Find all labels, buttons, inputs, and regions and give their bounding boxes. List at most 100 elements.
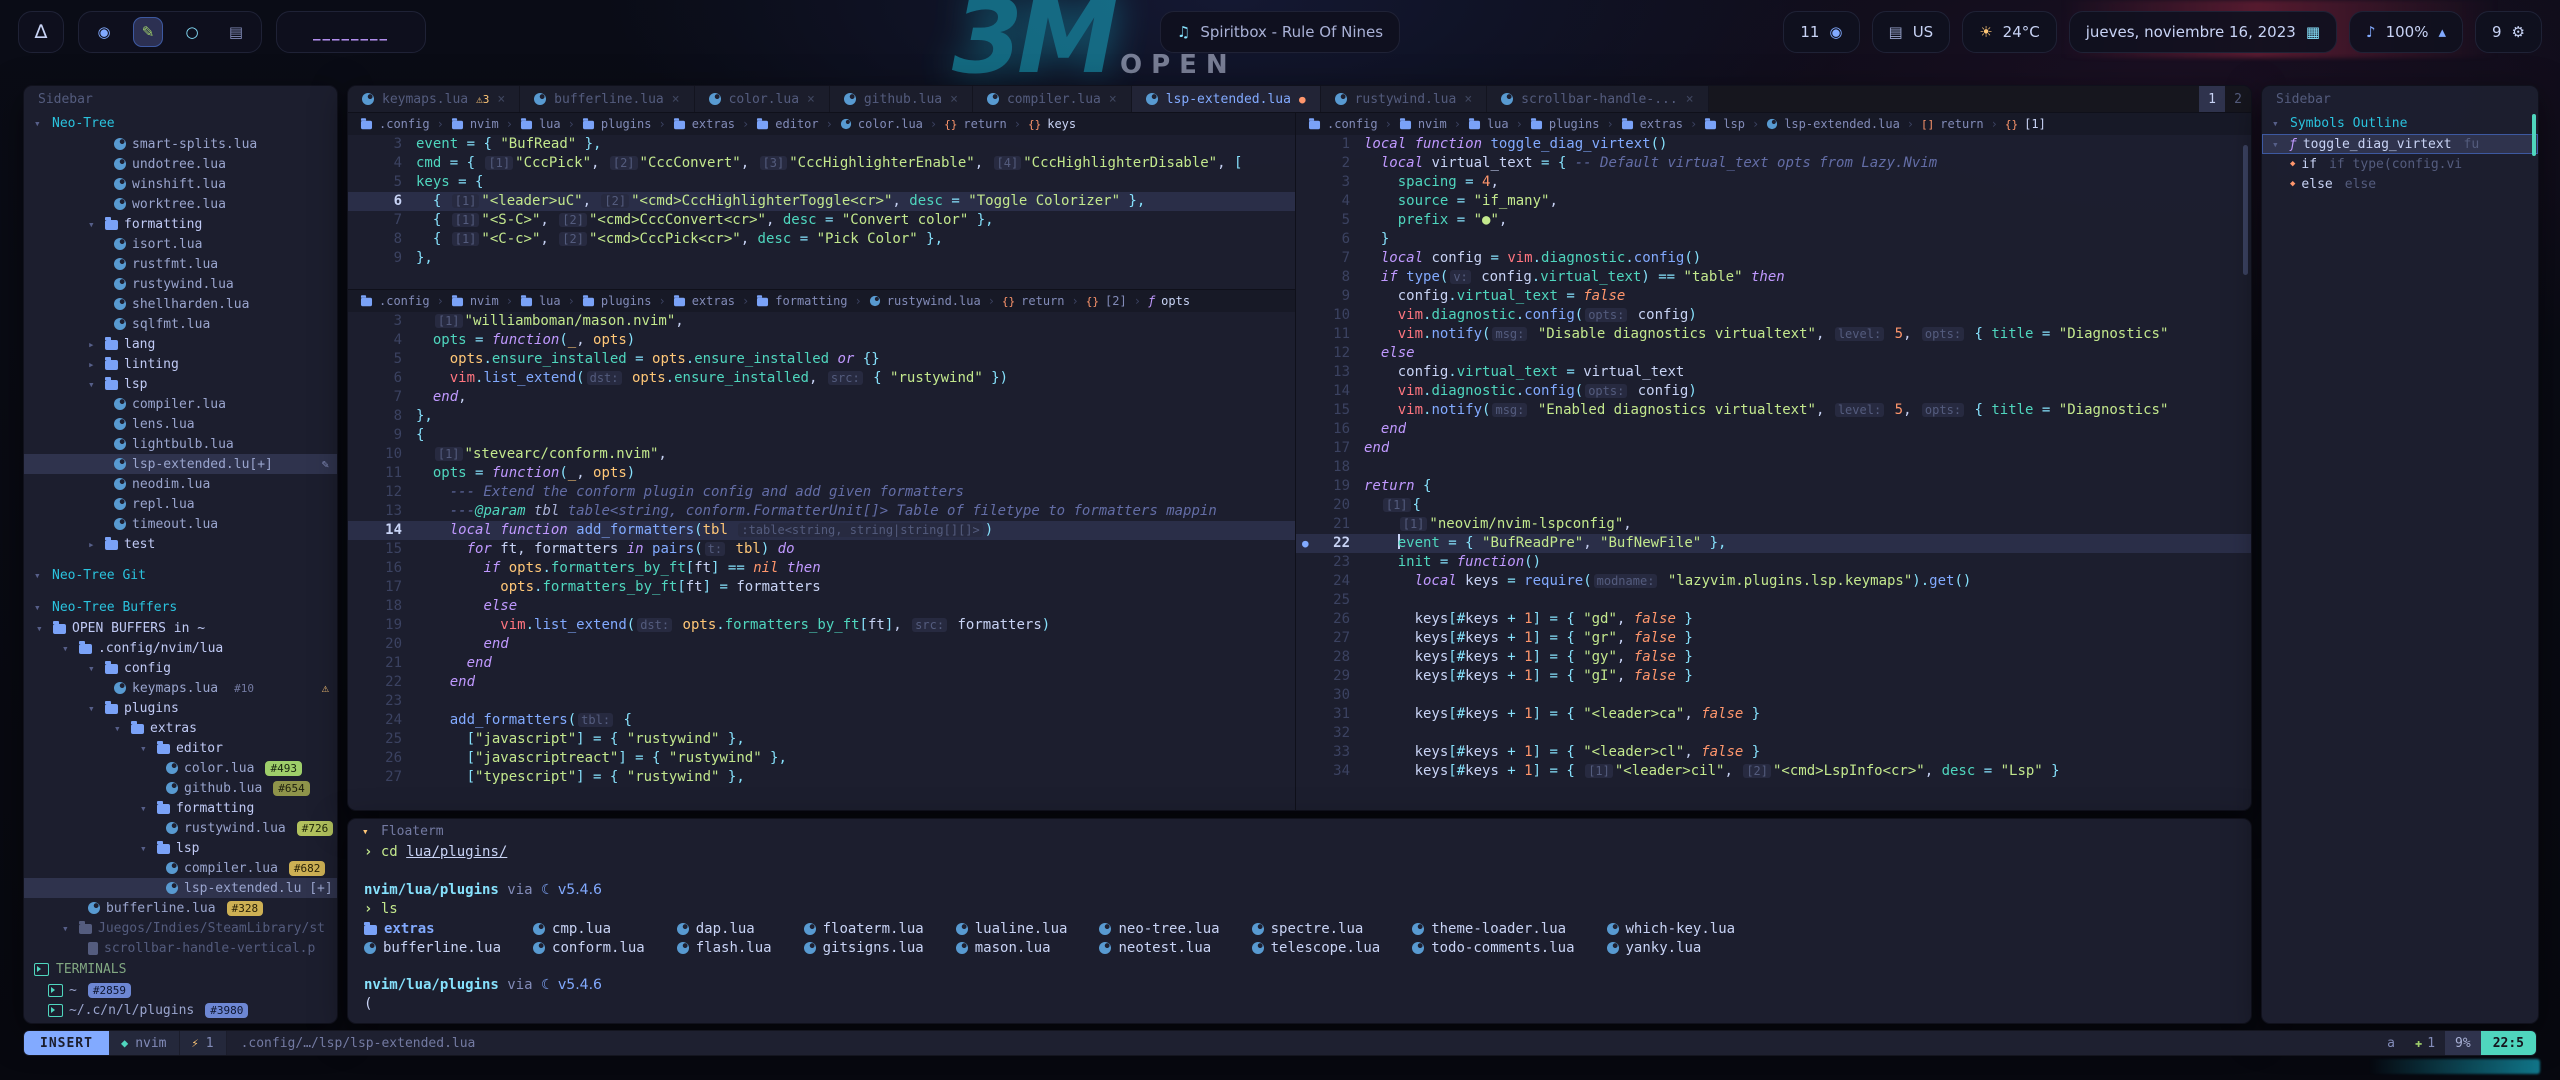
floaterm-header[interactable]: ▾ Floaterm: [348, 819, 2251, 843]
code-line[interactable]: 27 keys[#keys + 1] = { "gr", false }: [1296, 629, 2251, 648]
code-line[interactable]: 16 end: [1296, 420, 2251, 439]
tab-rustywind-lua[interactable]: rustywind.lua×: [1321, 86, 1488, 112]
tree-item[interactable]: color.lua#493: [24, 758, 337, 778]
tree-item[interactable]: rustywind.lua: [24, 274, 337, 294]
tree-item[interactable]: isort.lua: [24, 234, 337, 254]
code-line[interactable]: 15 vim.notify(msg: "Enabled diagnostics …: [1296, 401, 2251, 420]
code-line[interactable]: 13 config.virtual_text = virtual_text: [1296, 363, 2251, 382]
terminal-item[interactable]: ~/.c/n/l/plugins#3980: [24, 1000, 337, 1020]
tree-item[interactable]: ▾config: [24, 658, 337, 678]
tree-item[interactable]: lightbulb.lua: [24, 434, 337, 454]
terminal-output[interactable]: › cd lua/plugins/nvim/lua/plugins via ☾ …: [348, 843, 2251, 1014]
code-area[interactable]: 3 [1]"williamboman/mason.nvim",4 opts = …: [348, 312, 1295, 787]
tree-item[interactable]: ▾plugins: [24, 698, 337, 718]
code-line[interactable]: 15 for ft, formatters in pairs(t: tbl) d…: [348, 540, 1295, 559]
code-line[interactable]: 6 { [1]"<leader>uC", [2]"<cmd>CccHighlig…: [348, 192, 1295, 211]
workspace-button[interactable]: ○: [177, 17, 207, 47]
code-line[interactable]: 3event = { "BufRead" },: [348, 135, 1295, 154]
code-line[interactable]: 22 end: [348, 673, 1295, 692]
code-line[interactable]: 1local function toggle_diag_virtext(): [1296, 135, 2251, 154]
code-line[interactable]: 7 local config = vim.diagnostic.config(): [1296, 249, 2251, 268]
status-widget[interactable]: 11◉: [1783, 11, 1859, 53]
workspace-button[interactable]: ✎: [133, 17, 163, 47]
tree-item[interactable]: ▾lsp: [24, 374, 337, 394]
section-neo-tree-git[interactable]: ▾ Neo-Tree Git: [24, 564, 337, 586]
code-line[interactable]: 11 vim.notify(msg: "Disable diagnostics …: [1296, 325, 2251, 344]
code-line[interactable]: 18: [1296, 458, 2251, 477]
workspace-button[interactable]: ◉: [89, 17, 119, 47]
section-symbols-outline[interactable]: ▾ Symbols Outline: [2262, 112, 2538, 134]
tree-item[interactable]: ▾formatting: [24, 214, 337, 234]
tree-item[interactable]: winshift.lua: [24, 174, 337, 194]
code-line[interactable]: 14 vim.diagnostic.config(opts: config): [1296, 382, 2251, 401]
status-widget[interactable]: ☀24°C: [1962, 11, 2057, 53]
tree-item[interactable]: worktree.lua: [24, 194, 337, 214]
tab-compiler-lua[interactable]: compiler.lua×: [973, 86, 1132, 112]
tree-item[interactable]: undotree.lua: [24, 154, 337, 174]
scrollbar-handle[interactable]: [2243, 145, 2248, 275]
code-area[interactable]: 3event = { "BufRead" },4cmd = { [1]"CccP…: [348, 135, 1295, 268]
code-line[interactable]: 4 opts = function(_, opts): [348, 331, 1295, 350]
code-line[interactable]: 19 vim.list_extend(dst: opts.formatters_…: [348, 616, 1295, 635]
code-line[interactable]: 3 spacing = 4,: [1296, 173, 2251, 192]
tree-item[interactable]: lens.lua: [24, 414, 337, 434]
code-line[interactable]: 5keys = {: [348, 173, 1295, 192]
code-line[interactable]: 33 keys[#keys + 1] = { "<leader>cl", fal…: [1296, 743, 2251, 762]
code-line[interactable]: 9 config.virtual_text = false: [1296, 287, 2251, 306]
code-line[interactable]: 21 [1]"neovim/nvim-lspconfig",: [1296, 515, 2251, 534]
tree-item[interactable]: ▾editor: [24, 738, 337, 758]
tab-github-lua[interactable]: github.lua×: [830, 86, 973, 112]
code-line[interactable]: 5 prefix = "●",: [1296, 211, 2251, 230]
code-line[interactable]: 14 local function add_formatters(tbl :ta…: [348, 521, 1295, 540]
code-line[interactable]: 7 { [1]"<S-C>", [2]"<cmd>CccConvert<cr>"…: [348, 211, 1295, 230]
music-widget[interactable]: ♫ Spiritbox - Rule Of Nines: [1160, 11, 1400, 53]
tab-keymaps-lua[interactable]: keymaps.lua⚠3×: [348, 86, 520, 112]
code-area[interactable]: 1local function toggle_diag_virtext()2 l…: [1296, 135, 2251, 781]
code-line[interactable]: 4cmd = { [1]"CccPick", [2]"CccConvert", …: [348, 154, 1295, 173]
tree-item[interactable]: ▾OPEN BUFFERS in ~: [24, 618, 337, 638]
tree-item[interactable]: keymaps.lua#10⚠: [24, 678, 337, 698]
tabpage-1[interactable]: 1: [2199, 86, 2225, 112]
tree-item[interactable]: rustywind.lua#726: [24, 818, 337, 838]
tree-item[interactable]: bufferline.lua#328: [24, 898, 337, 918]
tree-item[interactable]: neodim.lua: [24, 474, 337, 494]
code-line[interactable]: 10 vim.diagnostic.config(opts: config): [1296, 306, 2251, 325]
tree-item[interactable]: compiler.lua#682: [24, 858, 337, 878]
code-line[interactable]: 8 { [1]"<C-c>", [2]"<cmd>CccPick<cr>", d…: [348, 230, 1295, 249]
tab-scrollbar-handle-[interactable]: scrollbar-handle-...×: [1487, 86, 1708, 112]
code-line[interactable]: 7 end,: [348, 388, 1295, 407]
code-line[interactable]: 17 opts.formatters_by_ft[ft] = formatter…: [348, 578, 1295, 597]
outline-item[interactable]: ◆ifif type(config.vi: [2262, 154, 2538, 174]
code-line[interactable]: 19return {: [1296, 477, 2251, 496]
code-line[interactable]: 3 [1]"williamboman/mason.nvim",: [348, 312, 1295, 331]
tree-item[interactable]: repl.lua: [24, 494, 337, 514]
code-line[interactable]: 8},: [348, 407, 1295, 426]
tree-item[interactable]: ▸test: [24, 534, 337, 554]
code-line[interactable]: 23: [348, 692, 1295, 711]
status-widget[interactable]: ♪100%▴: [2349, 11, 2463, 53]
code-line[interactable]: 20 end: [348, 635, 1295, 654]
tab-bufferline-lua[interactable]: bufferline.lua×: [520, 86, 694, 112]
tree-item[interactable]: ▾Juegos/Indies/SteamLibrary/st: [24, 918, 337, 938]
code-line[interactable]: 32: [1296, 724, 2251, 743]
code-line[interactable]: 25: [1296, 591, 2251, 610]
code-line[interactable]: 16 if opts.formatters_by_ft[ft] == nil t…: [348, 559, 1295, 578]
status-widget[interactable]: 9⚙: [2475, 11, 2542, 53]
outline-item[interactable]: ◆elseelse: [2262, 174, 2538, 194]
code-line[interactable]: 31 keys[#keys + 1] = { "<leader>ca", fal…: [1296, 705, 2251, 724]
tree-item[interactable]: ▾formatting: [24, 798, 337, 818]
launcher-button[interactable]: ∆: [18, 11, 64, 53]
code-line[interactable]: 2 local virtual_text = { -- Default virt…: [1296, 154, 2251, 173]
tree-item[interactable]: rustfmt.lua: [24, 254, 337, 274]
code-line[interactable]: 12 --- Extend the conform plugin config …: [348, 483, 1295, 502]
code-line[interactable]: 10 [1]"stevearc/conform.nvim",: [348, 445, 1295, 464]
code-line[interactable]: 21 end: [348, 654, 1295, 673]
code-line[interactable]: 4 source = "if_many",: [1296, 192, 2251, 211]
tree-item[interactable]: ▾lsp: [24, 838, 337, 858]
section-terminals[interactable]: TERMINALS: [24, 958, 337, 980]
code-line[interactable]: 9{: [348, 426, 1295, 445]
tab-lsp-extended-lua[interactable]: lsp-extended.lua●: [1132, 86, 1321, 112]
code-line[interactable]: 6 }: [1296, 230, 2251, 249]
code-line[interactable]: 24 add_formatters(tbl: {: [348, 711, 1295, 730]
tree-item[interactable]: scrollbar-handle-vertical.p: [24, 938, 337, 958]
